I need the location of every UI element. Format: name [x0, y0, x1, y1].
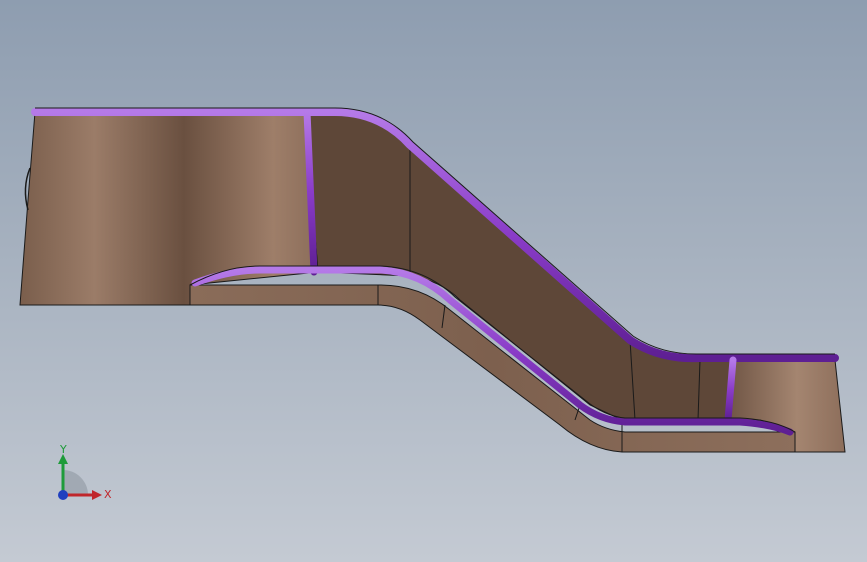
model-canvas[interactable] [0, 0, 867, 562]
left-block-face [19, 111, 319, 306]
triad-plane-quadrant [63, 470, 88, 495]
z-axis-dot [58, 490, 68, 500]
x-axis-arrow [92, 490, 102, 500]
y-axis-label: Y [59, 443, 67, 456]
coordinate-triad: Y X [48, 440, 118, 510]
graphics-viewport[interactable]: Y X [0, 0, 867, 562]
vertical-fillet-right [724, 356, 737, 424]
x-axis-label: X [104, 488, 112, 501]
